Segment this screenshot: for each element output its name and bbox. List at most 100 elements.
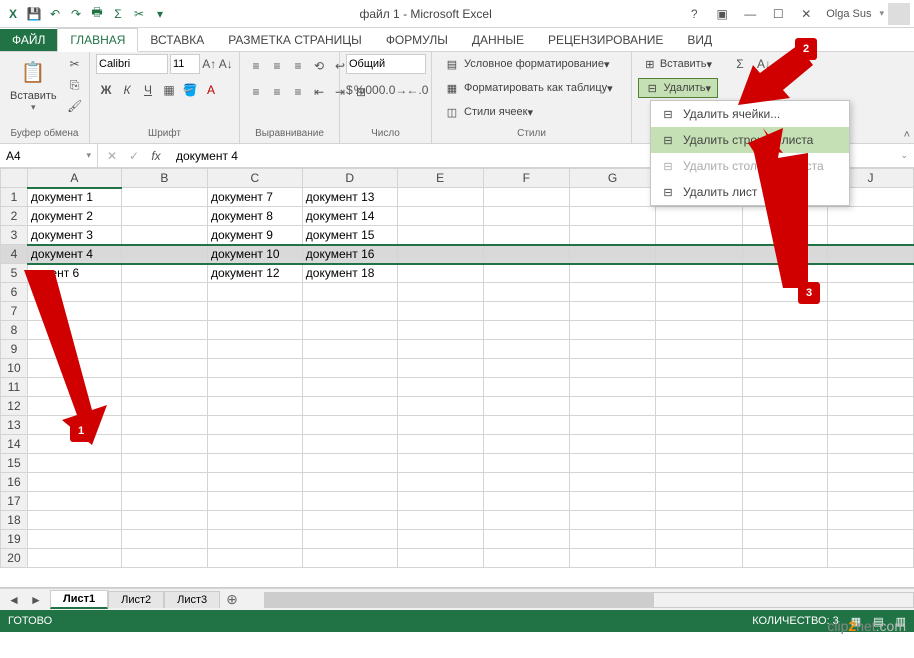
cut-button[interactable]: ✂ [65,54,85,74]
user-avatar-icon[interactable] [888,3,910,25]
row-header-1[interactable]: 1 [1,188,28,207]
fill-color-button[interactable]: 🪣 [180,80,200,100]
format-as-table-button[interactable]: ▦Форматировать как таблицу ▾ [438,78,625,98]
align-left-icon[interactable]: ≡ [246,82,266,102]
align-top-icon[interactable]: ≡ [246,56,266,76]
col-header-F[interactable]: F [483,169,569,188]
cell-C4[interactable]: документ 10 [207,245,302,264]
user-name[interactable]: Olga Sus [826,8,871,20]
cell-D4[interactable]: документ 16 [302,245,397,264]
cell-C5[interactable]: документ 12 [207,264,302,283]
undo-icon[interactable]: ↶ [46,5,64,23]
cell-styles-button[interactable]: ◫Стили ячеек ▾ [438,102,625,122]
name-box[interactable]: A4▾ [0,144,98,167]
cell-A2[interactable]: документ 2 [27,207,121,226]
collapse-ribbon-icon[interactable]: ˄ [904,129,910,141]
cancel-formula-icon[interactable]: ✕ [102,146,122,166]
currency-icon[interactable]: $ [346,80,353,100]
ribbon-options-icon[interactable]: ▣ [710,3,734,25]
cell-D2[interactable]: документ 14 [302,207,397,226]
col-header-D[interactable]: D [302,169,397,188]
decrease-decimal-icon[interactable]: ←.0 [407,80,427,100]
sheet-nav-next-icon[interactable]: ► [26,590,46,610]
horizontal-scrollbar[interactable] [264,592,914,608]
number-format-select[interactable] [346,54,426,74]
row-header-17[interactable]: 17 [1,492,28,511]
sheet-nav-prev-icon[interactable]: ◄ [4,590,24,610]
decrease-font-icon[interactable]: A↓ [219,54,234,74]
tab-file[interactable]: ФАЙЛ [0,29,57,51]
align-right-icon[interactable]: ≡ [288,82,308,102]
row-header-2[interactable]: 2 [1,207,28,226]
help-icon[interactable]: ? [682,3,706,25]
sheet-tab-3[interactable]: Лист3 [164,591,220,608]
underline-button[interactable]: Ч [138,80,158,100]
border-button[interactable]: ▦ [159,80,179,100]
paste-button[interactable]: 📋 Вставить ▾ [6,54,61,115]
comma-icon[interactable]: 000 [365,80,385,100]
select-all-corner[interactable] [1,169,28,188]
font-size-input[interactable] [170,54,200,74]
row-header-3[interactable]: 3 [1,226,28,245]
maximize-icon[interactable]: ☐ [766,3,790,25]
cell-C1[interactable]: документ 7 [207,188,302,207]
cut-icon[interactable]: ✂ [130,5,148,23]
cell-D1[interactable]: документ 13 [302,188,397,207]
close-icon[interactable]: ✕ [794,3,818,25]
delete-cells-button[interactable]: ⊟Удалить ▾ [638,78,718,98]
orientation-icon[interactable]: ⟲ [309,56,329,76]
copy-button[interactable]: ⎘ [65,75,85,95]
increase-font-icon[interactable]: A↑ [202,54,217,74]
minimize-icon[interactable]: — [738,3,762,25]
cell-C3[interactable]: документ 9 [207,226,302,245]
qat-more-icon[interactable]: ▾ [151,5,169,23]
font-name-input[interactable] [96,54,168,74]
enter-formula-icon[interactable]: ✓ [124,146,144,166]
row-header-19[interactable]: 19 [1,530,28,549]
tab-page-layout[interactable]: РАЗМЕТКА СТРАНИЦЫ [216,29,374,51]
format-painter-button[interactable]: 🖌 [65,96,85,116]
tab-view[interactable]: ВИД [675,29,724,51]
save-icon[interactable]: 💾 [25,5,43,23]
cell-D3[interactable]: документ 15 [302,226,397,245]
font-color-button[interactable]: A [201,80,221,100]
add-sheet-button[interactable]: ⊕ [220,591,244,608]
row-header-18[interactable]: 18 [1,511,28,530]
percent-icon[interactable]: % [354,80,365,100]
tab-insert[interactable]: ВСТАВКА [138,29,216,51]
conditional-formatting-button[interactable]: ▤Условное форматирование ▾ [438,54,625,74]
row-header-15[interactable]: 15 [1,454,28,473]
print-icon[interactable]: 🖶 [88,5,106,23]
sheet-tab-1[interactable]: Лист1 [50,590,108,609]
col-header-C[interactable]: C [207,169,302,188]
col-header-B[interactable]: B [121,169,207,188]
increase-decimal-icon[interactable]: .0→ [386,80,406,100]
cell-B1[interactable] [121,188,207,207]
tab-home[interactable]: ГЛАВНАЯ [57,28,138,52]
fx-icon[interactable]: fx [146,146,166,166]
cell-A3[interactable]: документ 3 [27,226,121,245]
row-header-16[interactable]: 16 [1,473,28,492]
cell-A1[interactable]: документ 1 [27,188,121,207]
cell-D5[interactable]: документ 18 [302,264,397,283]
user-dropdown-icon[interactable]: ▾ [879,8,884,19]
col-header-G[interactable]: G [569,169,655,188]
bold-button[interactable]: Ж [96,80,116,100]
sum-icon[interactable]: Σ [109,5,127,23]
expand-formula-icon[interactable]: ⌄ [894,150,914,161]
row-header-20[interactable]: 20 [1,549,28,568]
sheet-tab-2[interactable]: Лист2 [108,591,164,608]
align-bottom-icon[interactable]: ≡ [288,56,308,76]
align-center-icon[interactable]: ≡ [267,82,287,102]
redo-icon[interactable]: ↷ [67,5,85,23]
tab-formulas[interactable]: ФОРМУЛЫ [374,29,460,51]
insert-cells-button[interactable]: ⊞Вставить ▾ [638,54,718,74]
col-header-A[interactable]: A [27,169,121,188]
cell-C2[interactable]: документ 8 [207,207,302,226]
align-middle-icon[interactable]: ≡ [267,56,287,76]
tab-data[interactable]: ДАННЫЕ [460,29,536,51]
italic-button[interactable]: К [117,80,137,100]
col-header-E[interactable]: E [397,169,483,188]
tab-review[interactable]: РЕЦЕНЗИРОВАНИЕ [536,29,675,51]
decrease-indent-icon[interactable]: ⇤ [309,82,329,102]
